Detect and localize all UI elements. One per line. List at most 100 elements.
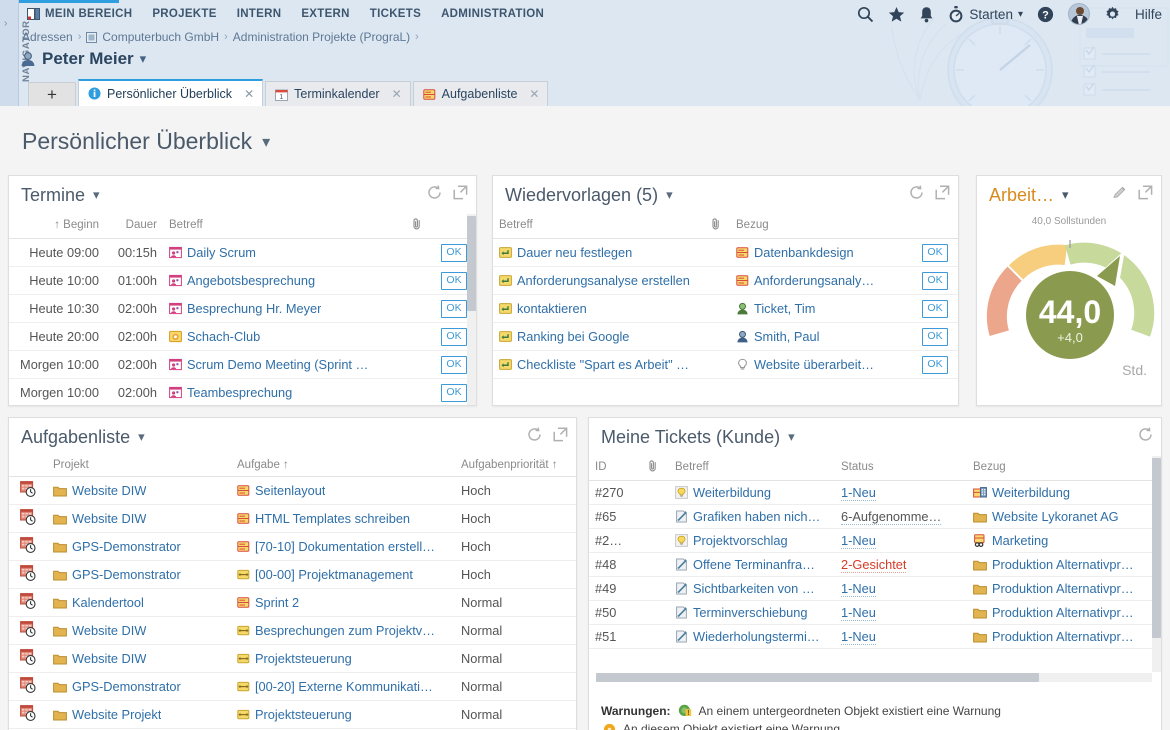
cell-status[interactable]: 6-Aufgenomme…: [835, 505, 967, 529]
cell-aufgabe[interactable]: Besprechungen zum Projektv…: [231, 617, 455, 645]
close-icon[interactable]: ✕: [244, 87, 254, 101]
ok-button[interactable]: OK: [441, 300, 466, 318]
cell-bezug[interactable]: Produktion Alternativpr…: [967, 577, 1152, 601]
menu-item-administration[interactable]: ADMINISTRATION: [431, 8, 554, 20]
menu-item-projekte[interactable]: PROJEKTE: [142, 8, 226, 20]
column-header-attachment[interactable]: [637, 456, 669, 481]
cell-betreff[interactable]: Angebotsbesprechung: [163, 267, 402, 295]
cell-projekt[interactable]: Website DIW: [47, 617, 231, 645]
scrollbar-thumb[interactable]: [467, 216, 476, 311]
column-header-bezug[interactable]: Bezug: [730, 214, 912, 239]
table-row[interactable]: Heute 20:00 02:00h Schach-Club OK: [9, 323, 476, 351]
cell-betreff[interactable]: kontaktieren: [493, 295, 702, 323]
ok-button[interactable]: OK: [441, 244, 466, 262]
cell-bezug[interactable]: Website Lykoranet AG: [967, 505, 1152, 529]
cell-betreff[interactable]: Scrum Demo Meeting (Sprint …: [163, 351, 402, 379]
close-icon[interactable]: ✕: [529, 87, 539, 101]
refresh-icon[interactable]: [1138, 427, 1153, 442]
ok-button[interactable]: OK: [441, 328, 466, 346]
ok-button[interactable]: OK: [922, 244, 947, 262]
table-row[interactable]: #48 Offene Terminanfra… 2-Gesichtet Prod…: [589, 553, 1152, 577]
table-row[interactable]: GPS-Demonstrator [00-00] Projektmanageme…: [9, 561, 576, 589]
table-row[interactable]: kontaktieren Ticket, Tim OK: [493, 295, 958, 323]
table-row[interactable]: Website DIW Seitenlayout Hoch: [9, 477, 576, 505]
tab-persoenlicher-ueberblick[interactable]: Persönlicher Überblick ✕: [78, 79, 263, 106]
table-row[interactable]: #49 Sichtbarkeiten von … 1-Neu Produktio…: [589, 577, 1152, 601]
table-row[interactable]: Dauer neu festlegen Datenbankdesign OK: [493, 239, 958, 267]
cell-betreff[interactable]: Grafiken haben nich…: [669, 505, 835, 529]
column-header-beginn[interactable]: ↑ Beginn: [9, 214, 105, 239]
cell-betreff[interactable]: Ranking bei Google: [493, 323, 702, 351]
cell-projekt[interactable]: Website Projekt: [47, 701, 231, 729]
table-row[interactable]: Checkliste "Spart es Arbeit" pr… Website…: [493, 351, 958, 379]
cell-betreff[interactable]: Anforderungsanalyse erstellen: [493, 267, 702, 295]
cell-betreff[interactable]: Projektvorschlag: [669, 529, 835, 553]
chevron-down-icon[interactable]: ▾: [666, 187, 673, 203]
menu-item-intern[interactable]: INTERN: [227, 8, 292, 20]
cell-aufgabe[interactable]: [70-10] Dokumentation erstell…: [231, 533, 455, 561]
column-header-status[interactable]: Status: [835, 456, 967, 481]
ok-button[interactable]: OK: [922, 356, 947, 374]
column-header-bezug[interactable]: Bezug: [967, 456, 1152, 481]
menu-item-mein-bereich[interactable]: MEIN BEREICH: [19, 8, 142, 20]
cell-status[interactable]: 1-Neu: [835, 601, 967, 625]
column-header-id[interactable]: ID: [589, 456, 637, 481]
cell-bezug[interactable]: Produktion Alternativpr…: [967, 625, 1152, 649]
ok-button[interactable]: OK: [441, 272, 466, 290]
cell-projekt[interactable]: Website DIW: [47, 477, 231, 505]
breadcrumb-item-company[interactable]: Computerbuch GmbH: [102, 30, 219, 44]
cell-betreff[interactable]: Besprechung Hr. Meyer: [163, 295, 402, 323]
avatar[interactable]: [1068, 3, 1090, 25]
cell-projekt[interactable]: GPS-Demonstrator: [47, 533, 231, 561]
column-header-betreff[interactable]: Betreff: [493, 214, 702, 239]
cell-betreff[interactable]: Sichtbarkeiten von …: [669, 577, 835, 601]
cell-aufgabe[interactable]: [00-20] Externe Kommunikati…: [231, 673, 455, 701]
cell-aufgabe[interactable]: HTML Templates schreiben: [231, 505, 455, 533]
column-header-projekt[interactable]: Projekt: [47, 456, 231, 477]
table-row[interactable]: #50 Terminverschiebung 1-Neu Produktion …: [589, 601, 1152, 625]
breadcrumb-item-project[interactable]: Administration Projekte (PrograL): [233, 30, 410, 44]
gear-icon[interactable]: [1104, 6, 1121, 23]
column-header-attachment[interactable]: [402, 214, 432, 239]
cell-aufgabe[interactable]: Sprint 2: [231, 589, 455, 617]
cell-projekt[interactable]: Website DIW: [47, 505, 231, 533]
table-row[interactable]: Website DIW Projektsteuerung Normal: [9, 645, 576, 673]
wiedervorlagen-title[interactable]: Wiedervorlagen (5) ▾: [505, 185, 673, 206]
chevron-down-icon[interactable]: ▾: [262, 132, 270, 152]
cell-betreff[interactable]: Teambesprechung: [163, 379, 402, 407]
search-icon[interactable]: [857, 6, 874, 23]
cell-status[interactable]: 2-Gesichtet: [835, 553, 967, 577]
column-header-prioritaet[interactable]: Aufgabenpriorität ↑: [455, 456, 576, 477]
edit-pencil-icon[interactable]: [1112, 185, 1127, 200]
ok-button[interactable]: OK: [922, 328, 947, 346]
column-header-dauer[interactable]: Dauer: [105, 214, 163, 239]
add-tab-button[interactable]: +: [28, 82, 76, 106]
cell-aufgabe[interactable]: Seitenlayout: [231, 477, 455, 505]
table-row[interactable]: Morgen 10:00 02:00h Scrum Demo Meeting (…: [9, 351, 476, 379]
tickets-title[interactable]: Meine Tickets (Kunde) ▾: [601, 427, 795, 448]
menu-item-extern[interactable]: EXTERN: [291, 8, 359, 20]
cell-betreff[interactable]: Terminverschiebung: [669, 601, 835, 625]
table-row[interactable]: #65 Grafiken haben nich… 6-Aufgenomme… W…: [589, 505, 1152, 529]
table-row[interactable]: Anforderungsanalyse erstellen Anforderun…: [493, 267, 958, 295]
chevron-down-icon[interactable]: ▾: [93, 187, 100, 203]
cell-aufgabe[interactable]: Projektsteuerung: [231, 645, 455, 673]
table-row[interactable]: #51 Wiederholungstermi… 1-Neu Produktion…: [589, 625, 1152, 649]
cell-bezug[interactable]: Website überarbeit…: [730, 351, 912, 379]
table-row[interactable]: Website DIW Besprechungen zum Projektv… …: [9, 617, 576, 645]
cell-status[interactable]: 1-Neu: [835, 625, 967, 649]
cell-bezug[interactable]: Anforderungsanaly…: [730, 267, 912, 295]
tickets-horizontal-scrollbar[interactable]: [596, 673, 1152, 682]
cell-betreff[interactable]: Offene Terminanfra…: [669, 553, 835, 577]
cell-bezug[interactable]: Smith, Paul: [730, 323, 912, 351]
termine-title[interactable]: Termine ▾: [21, 185, 100, 206]
cell-status[interactable]: 1-Neu: [835, 529, 967, 553]
table-row[interactable]: Website DIW HTML Templates schreiben Hoc…: [9, 505, 576, 533]
cell-aufgabe[interactable]: Projektsteuerung: [231, 701, 455, 729]
cell-status[interactable]: 1-Neu: [835, 481, 967, 505]
column-header-attachment[interactable]: [702, 214, 730, 239]
star-icon[interactable]: [888, 6, 905, 23]
cell-bezug[interactable]: Weiterbildung: [967, 481, 1152, 505]
open-external-icon[interactable]: [935, 185, 950, 200]
menu-item-tickets[interactable]: TICKETS: [360, 8, 431, 20]
